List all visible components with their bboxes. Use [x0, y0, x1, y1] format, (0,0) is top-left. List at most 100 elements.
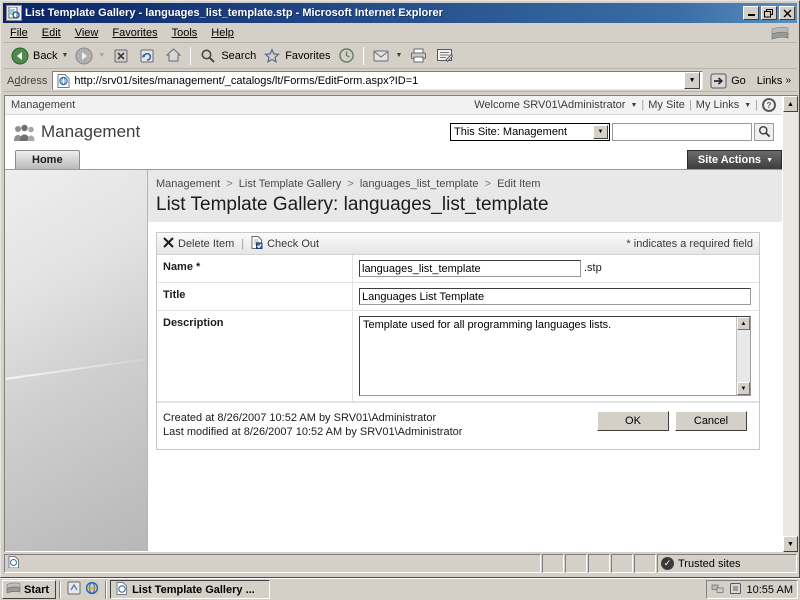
menu-item-favorites[interactable]: Favorites [105, 25, 164, 41]
search-scope-chevron-down-icon[interactable]: ▼ [593, 124, 608, 139]
address-dropdown-button[interactable]: ▼ [684, 72, 701, 89]
search-magnifier-icon [758, 126, 770, 138]
minimize-button[interactable] [743, 6, 759, 20]
ok-button[interactable]: OK [597, 411, 669, 431]
description-field-value: Template used for all programming langua… [353, 311, 759, 401]
welcome-menu[interactable]: Welcome SRV01\Administrator [474, 99, 625, 111]
description-textarea[interactable]: Template used for all programming langua… [359, 316, 751, 396]
check-out-button[interactable]: Check Out [251, 235, 319, 252]
page-body: Management > List Template Gallery > lan… [5, 170, 782, 551]
forward-button[interactable]: ▼ [71, 45, 108, 67]
links-button[interactable]: Links » [754, 71, 794, 91]
welcome-chevron-down-icon[interactable]: ▼ [630, 102, 637, 109]
search-button[interactable]: Search [195, 45, 259, 67]
go-button[interactable]: Go [706, 71, 751, 91]
help-question-icon[interactable]: ? [762, 98, 776, 112]
page-scroll-track[interactable] [783, 112, 798, 536]
quick-launch-panel [5, 170, 148, 551]
taskbar-window-label: List Template Gallery ... [132, 583, 255, 596]
ie-page-icon [8, 556, 19, 571]
menu-item-help[interactable]: Help [204, 25, 241, 41]
title-input[interactable] [359, 288, 751, 305]
menu-item-file[interactable]: File [3, 25, 35, 41]
star-icon [262, 46, 282, 66]
back-dropdown-icon[interactable]: ▼ [61, 52, 68, 59]
refresh-button[interactable] [134, 45, 160, 67]
address-url-text: http://srv01/sites/management/_catalogs/… [74, 74, 419, 87]
form-row-description: Description Template used for all progra… [157, 311, 759, 402]
windows-flag-icon [767, 24, 793, 42]
menu-file-label: File [10, 27, 28, 39]
mail-dropdown-icon[interactable]: ▼ [395, 52, 402, 59]
scroll-down-arrow-icon[interactable]: ▼ [737, 382, 750, 395]
my-site-link[interactable]: My Site [648, 99, 685, 111]
close-button[interactable] [779, 6, 795, 20]
description-scrollbar[interactable]: ▲ ▼ [736, 317, 750, 395]
search-scope-select[interactable]: This Site: Management ▼ [450, 122, 610, 141]
breadcrumb-item-1[interactable]: List Template Gallery [239, 178, 342, 190]
print-button[interactable] [405, 45, 431, 67]
scroll-up-arrow-icon[interactable]: ▲ [737, 317, 750, 330]
security-shield-icon[interactable] [729, 582, 742, 598]
tab-home[interactable]: Home [15, 150, 80, 169]
back-button[interactable]: Back ▼ [7, 45, 71, 67]
restore-button[interactable] [761, 6, 777, 20]
browser-window: List Template Gallery - languages_list_t… [0, 0, 800, 578]
page-scrollbar[interactable]: ▲ ▼ [782, 96, 798, 552]
breadcrumb-separator-1: > [347, 178, 354, 190]
status-panel-2 [565, 554, 587, 573]
page-scroll-down-arrow-icon[interactable]: ▼ [783, 536, 798, 552]
links-label: Links [756, 74, 783, 87]
search-go-button[interactable] [754, 122, 774, 141]
internet-explorer-icon[interactable] [85, 581, 99, 598]
checkout-document-icon [251, 235, 263, 252]
site-actions-menu[interactable]: Site Actions ▼ [686, 150, 782, 169]
page-scroll-up-arrow-icon[interactable]: ▲ [783, 96, 798, 112]
created-stamp: Created at 8/26/2007 10:52 AM by SRV01\A… [163, 412, 437, 424]
browser-viewport: Management Welcome SRV01\Administrator ▼… [4, 95, 798, 552]
home-button[interactable] [160, 45, 186, 67]
back-label: Back [33, 49, 58, 62]
breadcrumb-item-3: Edit Item [497, 178, 541, 190]
show-desktop-icon[interactable] [67, 581, 81, 598]
delete-item-label: Delete Item [178, 237, 235, 250]
my-links-menu[interactable]: My Links [696, 99, 739, 111]
cancel-button[interactable]: Cancel [675, 411, 747, 431]
taskbar-window-button[interactable]: List Template Gallery ... [110, 580, 271, 599]
clock[interactable]: 10:55 AM [747, 584, 793, 596]
forward-dropdown-icon[interactable]: ▼ [98, 52, 105, 59]
mail-button[interactable]: ▼ [368, 45, 405, 67]
window-controls [743, 6, 795, 20]
title-field-value [353, 283, 759, 310]
description-field-label: Description [157, 311, 353, 401]
site-actions-label: Site Actions [697, 154, 762, 166]
breadcrumb-item-2[interactable]: languages_list_template [360, 178, 479, 190]
navigation-tab-strip: Home Site Actions ▼ [5, 148, 782, 170]
security-zone-panel[interactable]: ✓ Trusted sites [657, 554, 797, 573]
network-icon[interactable] [711, 582, 724, 598]
links-chevron-icon[interactable]: » [785, 75, 791, 86]
delete-item-button[interactable]: Delete Item [163, 236, 235, 251]
address-input[interactable]: http://srv01/sites/management/_catalogs/… [52, 71, 704, 90]
search-scope-value: This Site: Management [454, 125, 568, 138]
form-command-bar: Delete Item | Check Out * indicates a re [157, 233, 759, 255]
menu-item-edit[interactable]: Edit [35, 25, 68, 41]
start-button[interactable]: Start [2, 580, 57, 599]
stop-button[interactable] [108, 45, 134, 67]
ie-document-icon [6, 5, 22, 21]
breadcrumb: Management > List Template Gallery > lan… [156, 178, 772, 190]
favorites-button[interactable]: Favorites [259, 45, 333, 67]
address-label: Address [7, 74, 48, 87]
form-buttons: OK Cancel [597, 411, 751, 431]
trusted-sites-check-icon: ✓ [661, 557, 674, 570]
breadcrumb-item-0[interactable]: Management [156, 178, 220, 190]
name-input[interactable] [359, 260, 581, 277]
menu-item-tools[interactable]: Tools [165, 25, 205, 41]
my-links-chevron-down-icon[interactable]: ▼ [744, 102, 751, 109]
search-input[interactable] [612, 122, 752, 141]
history-button[interactable] [333, 45, 359, 67]
edit-button[interactable] [431, 45, 457, 67]
status-panel-5 [634, 554, 656, 573]
menu-item-view[interactable]: View [68, 25, 106, 41]
search-label: Search [221, 49, 257, 62]
